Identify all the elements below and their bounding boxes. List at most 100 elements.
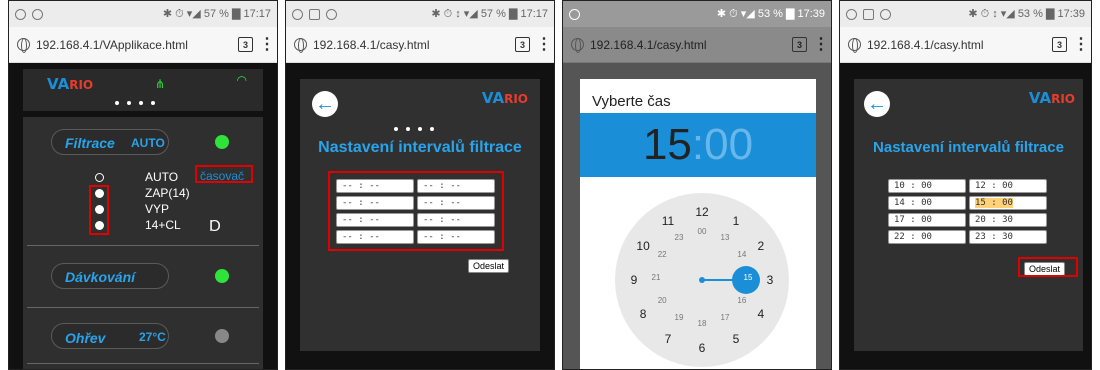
interval-2-start[interactable]: 14 : 00 [888, 196, 966, 210]
address-bar[interactable]: 192.168.4.1/VApplikace.html 3 ⋮ [9, 27, 277, 63]
logo: VARIO [1028, 89, 1075, 107]
davkovani-label: Dávkování [65, 269, 136, 285]
status-bar: ✱ ⏱ ↕ ▾◢ 57 % ▇ 17:17 [286, 1, 554, 27]
interval-1-start[interactable]: 10 : 00 [888, 179, 966, 193]
tab-switcher-button[interactable]: 3 [792, 37, 807, 52]
hour-inner-19[interactable]: 19 [669, 313, 689, 327]
send-button[interactable]: Odeslat [468, 259, 510, 273]
status-text: ✱ ⏱ ▾◢ 57 % ▇ 17:17 [162, 8, 271, 20]
hour-outer-2[interactable]: 2 [751, 239, 771, 253]
url-text[interactable]: 192.168.4.1/casy.html [590, 38, 786, 52]
hour-inner-00[interactable]: 00 [692, 227, 712, 241]
url-text[interactable]: 192.168.4.1/casy.html [313, 38, 509, 52]
hour-inner-21[interactable]: 21 [646, 273, 666, 287]
overflow-menu-icon[interactable]: ⋮ [813, 36, 829, 52]
overflow-menu-icon[interactable]: ⋮ [536, 36, 552, 52]
highlight-radios [89, 185, 109, 235]
logo: VARIO [47, 75, 94, 93]
option-auto: AUTO [145, 170, 179, 184]
status-text: ✱ ⏱ ▾◢ 53 % ▇ 17:39 [716, 8, 825, 20]
back-arrow-icon[interactable]: ← [312, 91, 338, 117]
content-panel: ← VARIO Nastavení intervalů filtrace 10 … [854, 79, 1083, 351]
image-icon [863, 8, 874, 20]
hour-outer-4[interactable]: 4 [751, 307, 771, 321]
hour-display[interactable]: 15 [643, 120, 692, 170]
interval-1-end[interactable]: 12 : 00 [969, 179, 1047, 193]
hour-outer-11[interactable]: 11 [658, 214, 678, 228]
browser-icon [880, 8, 891, 20]
hour-outer-10[interactable]: 10 [633, 239, 653, 253]
phone-screen-4: ✱ ⏱ ↕ ▾◢ 53 % ▇ 17:39 192.168.4.1/casy.h… [839, 0, 1092, 370]
phone-screen-3: ✱ ⏱ ▾◢ 53 % ▇ 17:39 192.168.4.1/casy.htm… [562, 0, 832, 370]
selected-time: 15 : 00 [975, 198, 1013, 208]
interval-3-end[interactable]: 20 : 30 [969, 213, 1047, 227]
filtrace-label: Filtrace [65, 135, 115, 151]
tab-switcher-button[interactable]: 3 [1052, 37, 1067, 52]
back-arrow-icon[interactable]: ← [864, 91, 890, 117]
phone-screen-1: ✱ ⏱ ▾◢ 57 % ▇ 17:17 192.168.4.1/VApplika… [8, 0, 278, 370]
hour-outer-6[interactable]: 6 [692, 341, 712, 355]
interval-4-end[interactable]: 23 : 30 [969, 230, 1047, 244]
address-bar[interactable]: 192.168.4.1/casy.html 3 ⋮ [563, 27, 831, 63]
picker-title: Vyberte čas [592, 93, 671, 110]
url-text[interactable]: 192.168.4.1/VApplikace.html [36, 38, 232, 52]
hour-inner-17[interactable]: 17 [715, 313, 735, 327]
overflow-menu-icon[interactable]: ⋮ [259, 36, 275, 52]
content-panel: ← VARIO Nastavení intervalů filtrace -- … [300, 79, 540, 351]
dnd-icon [846, 8, 857, 20]
status-bar: ✱ ⏱ ▾◢ 53 % ▇ 17:39 [563, 1, 831, 27]
hour-inner-22[interactable]: 22 [652, 250, 672, 264]
app-background: ← VARIO Nastavení intervalů filtrace 10 … [840, 63, 1091, 369]
hour-outer-7[interactable]: 7 [658, 332, 678, 346]
highlight-send-button [1018, 257, 1078, 277]
wifi-off-icon: ⋔ [155, 77, 166, 91]
address-bar[interactable]: 192.168.4.1/casy.html 3 ⋮ [840, 27, 1091, 63]
hour-inner-16[interactable]: 16 [732, 296, 752, 310]
davkovani-status-led [215, 269, 229, 283]
ohrev-temperature: 27°C [139, 330, 166, 344]
time-display: 15:00 [580, 113, 816, 177]
hour-outer-1[interactable]: 1 [726, 214, 746, 228]
divider [27, 363, 259, 364]
hour-inner-18[interactable]: 18 [692, 319, 712, 333]
tab-switcher-button[interactable]: 3 [515, 37, 530, 52]
hour-inner-14[interactable]: 14 [732, 250, 752, 264]
option-zap: ZAP(14) [145, 186, 190, 200]
status-bar: ✱ ⏱ ▾◢ 57 % ▇ 17:17 [9, 1, 277, 27]
hour-inner-20[interactable]: 20 [652, 296, 672, 310]
globe-icon [571, 38, 584, 53]
tab-switcher-button[interactable]: 3 [238, 37, 253, 52]
browser-icon [32, 8, 43, 20]
hour-outer-12[interactable]: 12 [692, 205, 712, 219]
hour-inner-13[interactable]: 13 [715, 233, 735, 247]
page-indicator [394, 127, 434, 131]
page-title: Nastavení intervalů filtrace [873, 139, 1064, 156]
hour-outer-9[interactable]: 9 [624, 273, 644, 287]
radio-auto[interactable] [95, 173, 104, 182]
status-text: ✱ ⏱ ↕ ▾◢ 53 % ▇ 17:39 [968, 8, 1085, 20]
hour-inner-23[interactable]: 23 [669, 233, 689, 247]
url-text[interactable]: 192.168.4.1/casy.html [867, 38, 1046, 52]
overflow-menu-icon[interactable]: ⋮ [1073, 36, 1089, 52]
time-picker-dialog: Vyberte čas 15:00 12 1 2 3 4 5 6 7 8 9 10 11 00 13 14 1… [580, 79, 816, 369]
hour-outer-8[interactable]: 8 [633, 307, 653, 321]
collapse-icon[interactable]: Ɑ [209, 215, 221, 233]
hour-outer-5[interactable]: 5 [726, 332, 746, 346]
globe-icon [294, 38, 307, 53]
hour-inner-15[interactable]: 15 [738, 273, 758, 287]
filtrace-status-led [215, 135, 229, 149]
address-bar[interactable]: 192.168.4.1/casy.html 3 ⋮ [286, 27, 554, 63]
app-background: ← VARIO Nastavení intervalů filtrace -- … [286, 63, 554, 369]
option-vyp: VYP [145, 202, 170, 216]
interval-3-start[interactable]: 17 : 00 [888, 213, 966, 227]
hour-outer-3[interactable]: 3 [760, 273, 780, 287]
interval-2-end[interactable]: 15 : 00 [969, 196, 1047, 210]
clock-face[interactable]: 12 1 2 3 4 5 6 7 8 9 10 11 00 13 14 15 16 17 18 19 20 21 22 23 [615, 193, 789, 367]
interval-4-start[interactable]: 22 : 00 [888, 230, 966, 244]
highlight-intervals [328, 171, 504, 251]
ohrev-status-led [215, 329, 229, 343]
minute-display[interactable]: :00 [692, 120, 753, 170]
globe-icon [17, 38, 30, 53]
content-panel: Filtrace AUTO AUTO ZAP(14) VYP 14+CL čas… [23, 117, 263, 369]
app-background: VARIO ⋔ ◠ Filtrace AUTO AUTO ZAP(14) VYP… [9, 63, 277, 369]
